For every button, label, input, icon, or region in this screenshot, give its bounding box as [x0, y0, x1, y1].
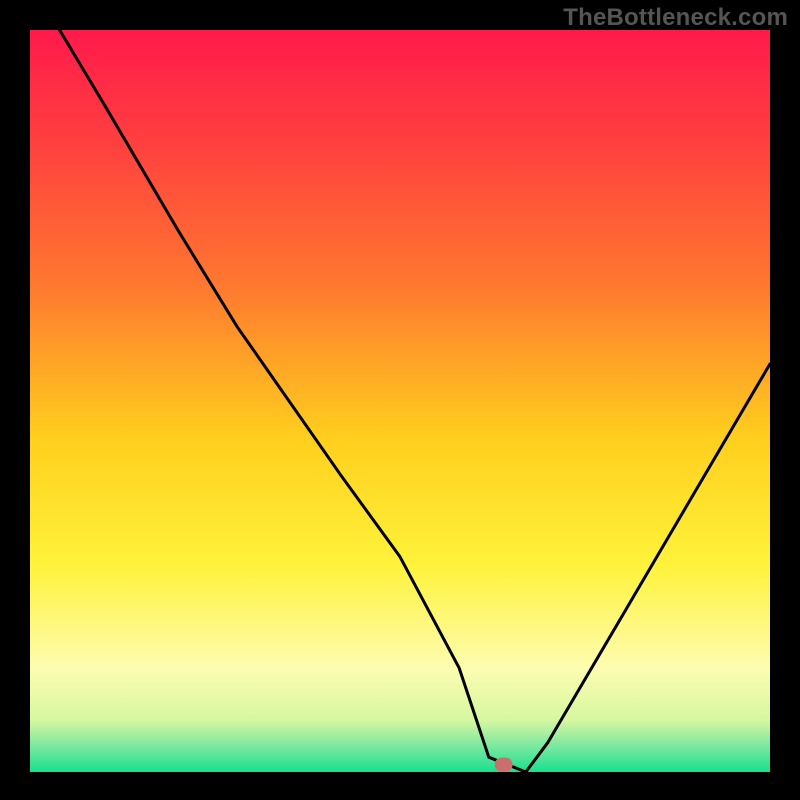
watermark-text: TheBottleneck.com	[563, 4, 788, 32]
optimal-marker	[495, 758, 513, 772]
plot-background	[30, 30, 770, 772]
bottleneck-chart	[0, 0, 800, 800]
chart-frame: TheBottleneck.com	[0, 0, 800, 800]
